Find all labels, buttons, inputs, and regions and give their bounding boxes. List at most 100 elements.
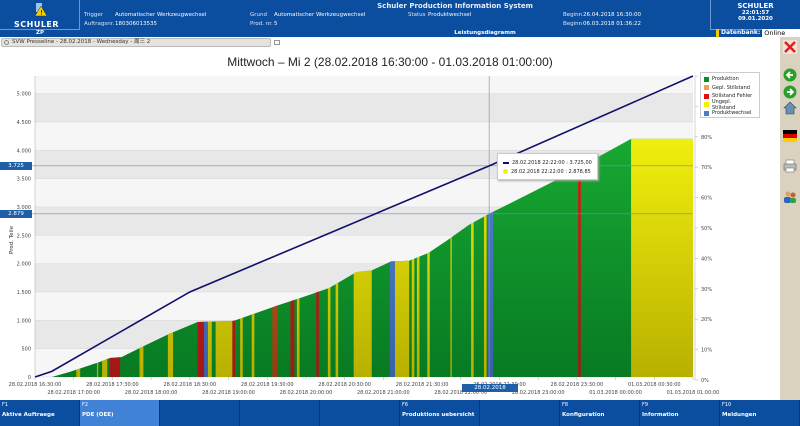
x-tick-label: 28.02.2018 19:00:00 [202,390,255,396]
function-key-code: F2 [82,402,89,408]
legend-label: Produktwechsel [712,110,752,117]
field-value: Automatischer Werkzeugwechsel [274,12,366,18]
x-tick-label: 28.02.2018 20:00:00 [280,390,333,396]
function-key-empty-6[interactable] [480,400,560,426]
y2-tick-label: 0% [701,378,709,384]
function-key-code: F8 [562,402,569,408]
function-key-f10[interactable]: F10 Meldungen [720,400,800,426]
y2-tick-label: 10% [701,348,712,354]
back-arrow-icon[interactable] [783,68,797,82]
y-tick-label: 1.500 [17,290,31,296]
function-key-f1[interactable]: F1 Aktive Auftraege [0,400,80,426]
x-tick-label: 01.03.2018 00:00:00 [589,390,642,396]
field-value: 06.03.2018 01:36:22 [583,21,641,27]
database-dropdown[interactable]: Online [762,29,800,37]
crosshair-y-label-produced: 2.879 [0,210,32,218]
db-icon [716,29,719,37]
function-key-label: Aktive Auftraege [2,412,55,418]
crosshair-y-label-target: 3.725 [0,162,32,170]
x-tick-label: 01.03.2018 00:30:00 [628,382,681,388]
db-label: Datenbank: [721,29,761,36]
legend-label: Produktion [712,76,739,83]
y-tick-label: 4.000 [17,148,31,154]
x-tick-label: 28.02.2018 23:00:00 [512,390,565,396]
y2-tick-label: 40% [701,256,712,262]
legend-item: Ungepl. Stillstand [704,98,756,111]
chart-title: Mittwoch – Mi 2 (28.02.2018 16:30:00 - 0… [227,55,553,69]
x-tick-label: 28.02.2018 23:30:00 [551,382,604,388]
svg-text:!: ! [40,9,43,17]
y-tick-label: 1.000 [17,318,31,324]
y-tick-label: 2.500 [17,233,31,239]
schuler-logo-right: SCHULER [737,2,774,10]
function-key-label: PDE (OEE) [82,412,114,418]
users-icon[interactable] [783,190,797,204]
legend-label: Ungepl. Stillstand [711,98,736,111]
y2-tick-label: 70% [701,165,712,171]
y-tick-label: 5.000 [17,92,31,98]
logo-cell: ! SCHULER [0,0,80,30]
field-value: 5 [274,21,278,27]
target-swatch [503,161,509,164]
tooltip-target: 28.02.2018 22:22:00 : 3.725,00 [512,159,592,166]
performance-chart: 05001.0001.5002.0002.5003.0003.5004.0004… [9,74,720,396]
function-key-label: Produktions uebersicht [402,412,475,418]
legend-swatch [704,76,709,82]
field-value: 26.04.2018 16:30:00 [583,12,641,18]
x-tick-label: 28.02.2018 18:00:00 [125,390,178,396]
y-tick-label: 3.500 [17,177,31,183]
function-key-empty-3[interactable] [240,400,320,426]
warning-icon: ! [34,3,48,17]
field-value: 180306013535 [115,21,157,27]
database-dropdown-value: Online [764,29,786,37]
function-key-f8[interactable]: F8 Konfiguration [560,400,640,426]
field-value: Automatischer Werkzeugwechsel [115,12,207,18]
function-key-f9[interactable]: F9 Information [640,400,720,426]
tab-presseline[interactable]: SVW Presseline - 28.02.2018 - Wednesday … [1,38,271,47]
y2-tick-label: 50% [701,226,712,232]
legend-item: Produktion [704,75,756,84]
tab-icon [4,40,9,45]
function-key-f6[interactable]: F6 Produktions uebersicht [400,400,480,426]
view-title: Leistungsdiagramm [454,30,516,36]
field-value: Produktwechsel [428,12,472,18]
x-tick-label: 28.02.2018 18:30:00 [163,382,216,388]
field-label: Grund [250,12,267,18]
y-axis-label: Prod. Teile [9,225,15,254]
y-tick-label: 500 [21,347,31,353]
x-tick-label: 28.02.2018 20:30:00 [318,382,371,388]
field-label: Prod. nr. [250,21,273,27]
field-label: Beginn [563,12,583,18]
function-key-f2[interactable]: F2 PDE (OEE) [80,400,160,426]
x-tick-label: 01.03.2018 01:00:00 [667,390,720,396]
y-tick-label: 0 [28,375,31,381]
close-icon[interactable] [783,40,797,54]
function-key-label: Konfiguration [562,412,605,418]
legend-item: Produktwechsel [704,109,756,118]
crosshair-x-label: 28.02.2018 22:22:00 [462,384,518,399]
x-tick-label: 28.02.2018 19:30:00 [241,382,294,388]
tab-restore-icon[interactable] [274,40,280,45]
forward-arrow-icon[interactable] [783,85,797,99]
function-key-empty-2[interactable] [160,400,240,426]
x-tick-label: 28.02.2018 21:30:00 [396,382,449,388]
german-flag-icon[interactable] [783,129,797,143]
x-tick-label: 28.02.2018 17:30:00 [86,382,139,388]
zp-label: ZP [35,30,45,36]
clock-date: 09.01.2020 [738,16,773,22]
function-key-bar: F1 Aktive Auftraege F2 PDE (OEE) F6 Produktio… [0,400,800,426]
x-tick-label: 28.02.2018 21:00:00 [357,390,410,396]
printer-icon[interactable] [783,159,797,173]
clock-cell: SCHULER 22:01:57 09.01.2020 [710,0,800,30]
function-key-empty-4[interactable] [320,400,400,426]
legend-swatch [704,102,709,108]
function-key-label: Information [642,412,679,418]
function-key-code: F10 [722,402,732,408]
tab-bar: SVW Presseline - 28.02.2018 - Wednesday … [0,37,780,48]
database-selector: Datenbank: Online [716,29,800,37]
header-bar: ! SCHULER Schuler Production Information… [0,0,800,37]
grid-band [35,93,693,122]
legend-swatch [704,110,709,116]
home-icon[interactable] [783,101,797,115]
y2-tick-label: 60% [701,196,712,202]
